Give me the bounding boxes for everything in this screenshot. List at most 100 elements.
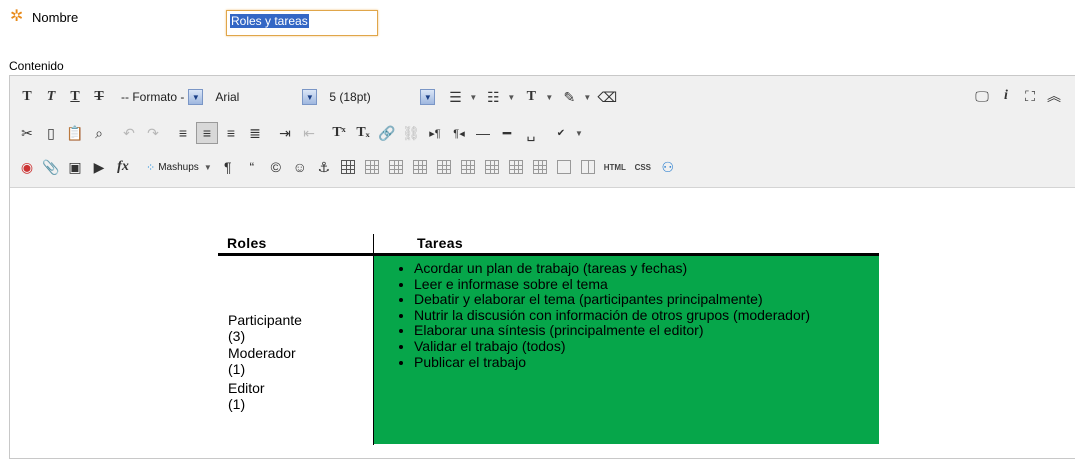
blockquote-icon[interactable]: “: [241, 156, 263, 178]
html-source-button[interactable]: HTML: [601, 156, 629, 178]
editor-toolbar: T T T T -- Formato - ▼ Arial ▼ 5 (18pt) …: [10, 76, 1075, 188]
horizontal-rule-icon[interactable]: —: [472, 122, 494, 144]
table-merge-cells-icon[interactable]: [529, 156, 551, 178]
table-cell-props-icon[interactable]: [505, 156, 527, 178]
chevron-down-icon[interactable]: ▼: [506, 86, 516, 108]
copyright-icon[interactable]: ©: [265, 156, 287, 178]
fullscreen-icon[interactable]: ⛶: [1019, 85, 1041, 107]
table-split-cell-icon[interactable]: [553, 156, 575, 178]
info-icon[interactable]: i: [995, 85, 1017, 107]
table-delete-row-icon[interactable]: [409, 156, 431, 178]
italic-icon[interactable]: T: [40, 86, 62, 108]
copy-icon[interactable]: ▯: [40, 122, 62, 144]
numbered-list-icon[interactable]: ☷: [482, 86, 504, 108]
align-left-icon[interactable]: ≡: [172, 122, 194, 144]
outdent-icon[interactable]: ⇤: [298, 122, 320, 144]
table-props-icon[interactable]: [577, 156, 599, 178]
chevron-down-icon[interactable]: ▼: [188, 89, 204, 105]
underline-icon[interactable]: T: [64, 86, 86, 108]
eraser-icon[interactable]: ⌫: [596, 86, 618, 108]
css-button[interactable]: CSS: [631, 156, 655, 178]
preview-monitor-icon[interactable]: 🖵: [971, 85, 993, 107]
insert-media-icon[interactable]: ▶: [88, 156, 110, 178]
toolbar-row-1: T T T T -- Formato - ▼ Arial ▼ 5 (18pt) …: [16, 85, 620, 109]
format-select[interactable]: -- Formato - ▼: [118, 87, 206, 107]
redo-icon[interactable]: ↷: [142, 122, 164, 144]
math-formula-icon[interactable]: fx: [112, 156, 134, 178]
spellcheck-icon[interactable]: ✔: [550, 122, 572, 144]
mashups-button[interactable]: ⁘ Mashups: [146, 161, 199, 174]
chevron-down-icon[interactable]: ▼: [302, 89, 318, 105]
highlight-pen-icon[interactable]: ✎: [558, 86, 580, 108]
chevron-down-icon[interactable]: ▼: [574, 122, 584, 144]
editor-view-tools: 🖵 i ⛶ ︽: [971, 85, 1067, 107]
rtl-paragraph-icon[interactable]: ¶◂: [448, 122, 470, 144]
tasks-column-header: Tareas: [417, 235, 463, 251]
role-participante: Participante (3): [228, 312, 302, 344]
thick-rule-icon[interactable]: ━: [496, 122, 518, 144]
size-select-value: 5 (18pt): [329, 90, 371, 104]
attach-paperclip-icon[interactable]: 📎: [40, 156, 62, 178]
size-select[interactable]: 5 (18pt) ▼: [326, 87, 438, 107]
role-moderador: Moderador (1): [228, 345, 296, 377]
cut-icon[interactable]: ✂: [16, 122, 38, 144]
rich-text-editor[interactable]: T T T T -- Formato - ▼ Arial ▼ 5 (18pt) …: [9, 75, 1075, 459]
list-item: Nutrir la discusión con información de o…: [414, 307, 879, 324]
font-select[interactable]: Arial ▼: [212, 87, 320, 107]
role-editor: Editor (1): [228, 380, 265, 412]
format-select-value: -- Formato -: [121, 90, 185, 104]
chevron-down-icon[interactable]: ▼: [544, 86, 554, 108]
list-item: Elaborar una síntesis (principalmente el…: [414, 323, 879, 339]
list-item: Debatir y elaborar el tema (participante…: [414, 292, 879, 308]
toolbar-row-2: ✂ ▯ 📋 ⌕ ↶ ↷ ≡ ≡ ≡ ≣ ⇥ ⇤ Tˣ Tₓ 🔗 ⛓ ▸¶ ¶◂ …: [16, 121, 588, 145]
tasks-list: Acordar un plan de trabajo (tareas y fec…: [374, 256, 879, 370]
toolbar-row-3: ◉ 📎 ▣ ▶ fx ⁘ Mashups ▼ ¶ “ © ☺ ⚓ HTML CS…: [16, 155, 681, 179]
text-color-icon[interactable]: T: [520, 86, 542, 108]
emoticon-icon[interactable]: ☺: [289, 156, 311, 178]
undo-icon[interactable]: ↶: [118, 122, 140, 144]
record-icon[interactable]: ◉: [16, 156, 38, 178]
align-center-icon[interactable]: ≡: [196, 122, 218, 144]
chevron-down-icon[interactable]: ▼: [420, 89, 436, 105]
insert-image-icon[interactable]: ▣: [64, 156, 86, 178]
find-icon[interactable]: ⌕: [88, 122, 110, 144]
unlink-icon[interactable]: ⛓: [400, 122, 422, 144]
subscript-icon[interactable]: Tₓ: [352, 122, 374, 144]
html-label: HTML: [603, 162, 626, 172]
mashups-icon: ⁘: [146, 161, 156, 174]
mashup-people-icon[interactable]: ⚇: [657, 156, 679, 178]
css-label: CSS: [634, 162, 652, 172]
list-item: Validar el trabajo (todos): [414, 338, 879, 355]
nonbreaking-space-icon[interactable]: ␣: [520, 122, 542, 144]
required-icon: ✲: [10, 8, 24, 25]
paste-icon[interactable]: 📋: [64, 122, 86, 144]
name-input-value: Roles y tareas: [230, 14, 309, 28]
table-row-after-icon[interactable]: [385, 156, 407, 178]
chevron-down-icon[interactable]: ▼: [468, 86, 478, 108]
table-row-before-icon[interactable]: [361, 156, 383, 178]
table-col-before-icon[interactable]: [433, 156, 455, 178]
chevron-down-icon[interactable]: ▼: [203, 156, 213, 178]
list-item: Acordar un plan de trabajo (tareas y fec…: [414, 260, 879, 277]
collapse-toolbar-icon[interactable]: ︽: [1043, 85, 1065, 107]
bold-icon[interactable]: T: [16, 86, 38, 108]
name-input[interactable]: Roles y tareas: [226, 10, 378, 36]
mashups-label: Mashups: [158, 161, 199, 173]
align-right-icon[interactable]: ≡: [220, 122, 242, 144]
indent-icon[interactable]: ⇥: [274, 122, 296, 144]
strikethrough-icon[interactable]: T: [88, 86, 110, 108]
chevron-down-icon[interactable]: ▼: [582, 86, 592, 108]
list-item: Leer e informase sobre el tema: [414, 276, 879, 293]
table-delete-col-icon[interactable]: [481, 156, 503, 178]
insert-table-icon[interactable]: [337, 156, 359, 178]
table-col-after-icon[interactable]: [457, 156, 479, 178]
tasks-cell: Acordar un plan de trabajo (tareas y fec…: [374, 256, 879, 444]
link-icon[interactable]: 🔗: [376, 122, 398, 144]
ltr-paragraph-icon[interactable]: ▸¶: [424, 122, 446, 144]
font-select-value: Arial: [215, 90, 240, 104]
superscript-icon[interactable]: Tˣ: [328, 122, 350, 144]
anchor-icon[interactable]: ⚓: [313, 156, 335, 178]
align-justify-icon[interactable]: ≣: [244, 122, 266, 144]
bullet-list-icon[interactable]: ☰: [444, 86, 466, 108]
paragraph-mark-icon[interactable]: ¶: [217, 156, 239, 178]
